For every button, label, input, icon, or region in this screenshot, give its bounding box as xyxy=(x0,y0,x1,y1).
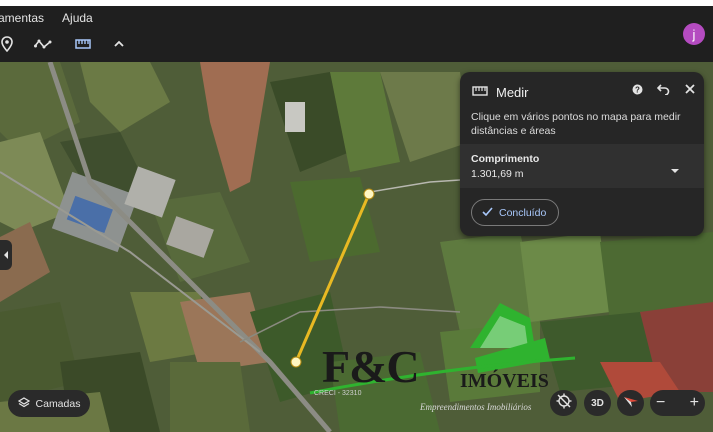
location-off-button[interactable] xyxy=(550,390,577,416)
zoom-in-button[interactable]: + xyxy=(690,394,699,412)
map-pin-icon[interactable] xyxy=(0,35,16,53)
measure-instructions: Clique em vários pontos no mapa para med… xyxy=(471,111,681,137)
measure-panel: Medir ? Clique em vários pontos no mapa … xyxy=(460,72,704,236)
layers-button[interactable]: Camadas xyxy=(8,390,90,417)
brand-tagline: Empreendimentos Imobiliários xyxy=(420,402,532,412)
undo-icon[interactable] xyxy=(656,82,670,100)
done-button-label: Concluído xyxy=(499,206,547,219)
layers-label: Camadas xyxy=(35,397,81,410)
brand-watermark: F&C IMÓVEIS CRECI - 32310 Empreendimento… xyxy=(300,298,580,418)
help-icon[interactable]: ? xyxy=(632,82,643,100)
brand-sub: IMÓVEIS xyxy=(460,370,549,392)
zoom-control: − + xyxy=(650,390,705,416)
measurement-result[interactable]: Comprimento 1.301,69 m xyxy=(460,144,704,188)
measure-metric-label: Comprimento xyxy=(471,153,540,165)
menu-item-tools[interactable]: amentas xyxy=(0,11,44,25)
check-icon xyxy=(482,206,493,219)
measure-panel-title: Medir xyxy=(496,84,529,100)
zoom-out-button[interactable]: − xyxy=(656,394,665,412)
svg-text:?: ? xyxy=(635,85,640,94)
done-button[interactable]: Concluído xyxy=(471,199,560,226)
measure-metric-value: 1.301,69 m xyxy=(471,168,524,180)
menu-bar: amentas Ajuda xyxy=(0,11,93,25)
layers-icon xyxy=(17,396,30,411)
ruler-icon xyxy=(472,83,488,101)
path-icon[interactable] xyxy=(34,35,52,53)
tool-row xyxy=(0,33,146,55)
location-disabled-icon xyxy=(556,393,572,414)
measure-panel-header: Medir ? xyxy=(472,82,696,102)
compass-button[interactable] xyxy=(617,390,644,416)
compass-icon xyxy=(623,394,639,413)
top-toolbar: amentas Ajuda j xyxy=(0,6,713,62)
brand-main: F&C xyxy=(322,341,420,392)
chevron-up-icon[interactable] xyxy=(110,35,128,53)
avatar[interactable]: j xyxy=(683,23,705,45)
close-icon[interactable] xyxy=(684,82,696,100)
ruler-icon[interactable] xyxy=(74,35,92,53)
side-panel-toggle[interactable] xyxy=(0,240,12,270)
menu-item-help[interactable]: Ajuda xyxy=(62,11,93,25)
measure-point-start xyxy=(363,188,375,200)
measure-panel-actions: ? xyxy=(632,82,696,100)
brand-small-text: CRECI - 32310 xyxy=(314,390,362,397)
3d-toggle-button[interactable]: 3D xyxy=(584,390,611,416)
caret-down-icon[interactable] xyxy=(670,161,680,179)
